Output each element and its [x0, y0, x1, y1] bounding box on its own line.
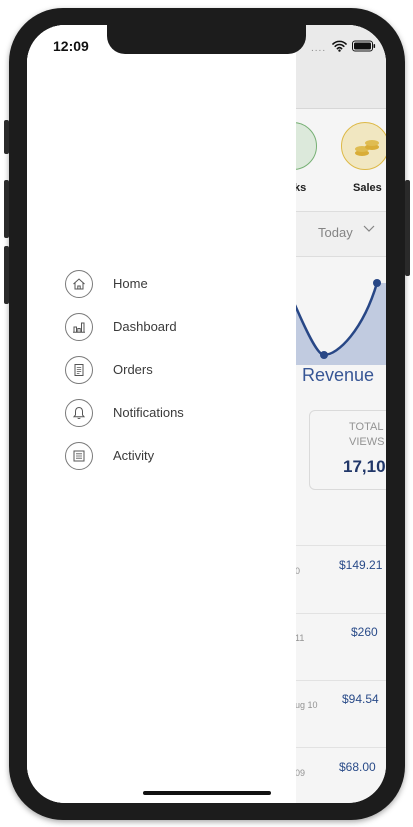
receipt-icon	[65, 355, 93, 384]
menu-item-notifications[interactable]: Notifications	[65, 391, 184, 434]
menu-label: Dashboard	[113, 319, 177, 334]
screen: ks Sales Today Revenue TOTAL VIEWS 17,10…	[27, 25, 386, 803]
mute-switch	[4, 120, 9, 154]
menu-label: Home	[113, 276, 148, 291]
menu-item-orders[interactable]: Orders	[65, 348, 184, 391]
power-button	[405, 180, 410, 276]
volume-up-button	[4, 180, 9, 238]
notch	[107, 25, 306, 54]
home-icon	[65, 269, 93, 298]
status-time: 12:09	[53, 38, 89, 54]
menu-label: Orders	[113, 362, 153, 377]
list-icon	[65, 441, 93, 470]
home-indicator[interactable]	[143, 791, 271, 795]
drawer-menu: Home Dashboard Orders Notifications Acti…	[65, 262, 184, 477]
bar-chart-icon	[65, 312, 93, 341]
menu-label: Notifications	[113, 405, 184, 420]
menu-label: Activity	[113, 448, 155, 463]
menu-item-home[interactable]: Home	[65, 262, 184, 305]
signal-icon: ....	[311, 42, 327, 54]
menu-item-dashboard[interactable]: Dashboard	[65, 305, 184, 348]
wifi-icon	[332, 39, 347, 57]
status-icons: ....	[311, 39, 376, 57]
menu-item-activity[interactable]: Activity	[65, 434, 184, 477]
battery-icon	[352, 39, 376, 57]
bell-icon	[65, 398, 93, 427]
volume-down-button	[4, 246, 9, 304]
side-drawer: Home Dashboard Orders Notifications Acti…	[27, 25, 296, 803]
